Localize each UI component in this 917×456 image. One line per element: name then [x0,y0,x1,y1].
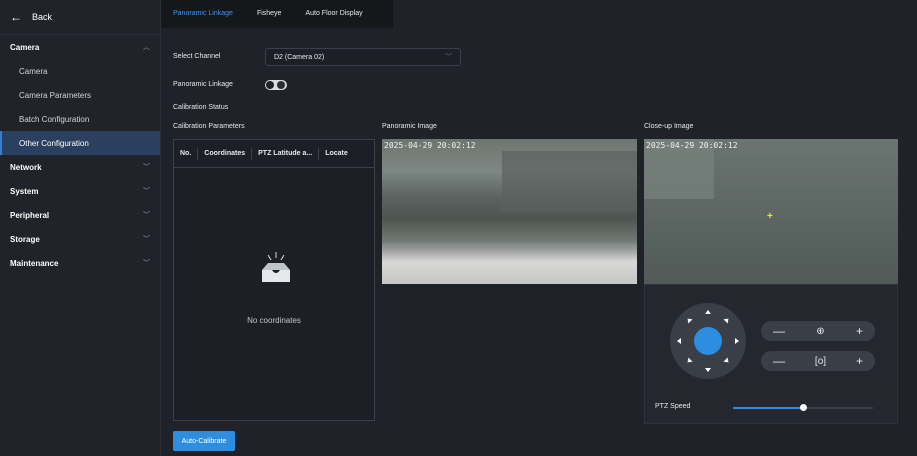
table-header: No. Coordinates PTZ Latitude a... Locate [174,140,374,168]
nav-group-network[interactable]: Network ﹀ [0,155,160,179]
panoramic-linkage-toggle[interactable] [265,80,287,90]
panoramic-linkage-label: Panoramic Linkage [173,81,233,88]
tab-bar: Panoramic Linkage Fisheye Auto Floor Dis… [161,0,917,28]
crosshair-icon: + [767,211,773,222]
column-header-coordinates: Coordinates [198,147,253,160]
panoramic-image[interactable]: 2025-04-29 20:02:12 [382,139,637,284]
chevron-down-icon: ﹀ [445,54,452,61]
sidebar-item-camera-parameters[interactable]: Camera Parameters [0,83,160,107]
nav-group-camera[interactable]: Camera ︿ [0,35,160,59]
focus-minus-button[interactable]: — [773,354,785,368]
slider-thumb[interactable] [800,404,807,411]
nav-group-system[interactable]: System ﹀ [0,179,160,203]
nav-group-storage[interactable]: Storage ﹀ [0,227,160,251]
pan-up-icon[interactable] [705,310,711,314]
toggle-knob [277,81,285,89]
pan-left-icon[interactable] [677,338,681,344]
sidebar-item-camera[interactable]: Camera [0,59,160,83]
back-button[interactable]: ← Back [0,0,160,35]
empty-state-text: No coordinates [247,316,301,325]
image-region [502,151,637,211]
closeup-image-label: Close-up Image [644,123,694,130]
tab-panoramic-linkage[interactable]: Panoramic Linkage [161,0,245,28]
pan-right-icon[interactable] [735,338,739,344]
nav-group-label: Camera [10,42,40,52]
main-panel: Panoramic Linkage Fisheye Auto Floor Dis… [161,0,917,456]
image-region [382,247,637,284]
channel-select[interactable]: D2 (Camera 02) ﹀ [265,48,461,66]
calibration-status-label: Calibration Status [173,104,229,111]
empty-box-icon [262,252,290,282]
column-header-no: No. [174,147,199,160]
focus-icon: [o] [814,355,827,367]
zoom-out-button[interactable]: — [773,324,785,338]
sidebar: ← Back Camera ︿ Camera Camera Parameters… [0,0,161,456]
nav-group-peripheral[interactable]: Peripheral ﹀ [0,203,160,227]
zoom-control: — ⊕ + [761,321,875,341]
tab-fisheye[interactable]: Fisheye [245,0,294,28]
tabbar-spacer [392,0,917,28]
back-label: Back [32,12,53,22]
pan-up-right-icon[interactable] [723,316,731,324]
nav-group-label: Network [10,162,42,172]
chevron-down-icon: ﹀ [143,236,150,243]
pan-down-right-icon[interactable] [723,357,731,365]
ptz-control-panel: — ⊕ + — [o] + PTZ Speed [644,284,898,424]
ptz-speed-label: PTZ Speed [655,403,691,410]
slider-fill [733,407,803,409]
select-channel-label: Select Channel [173,53,221,60]
channel-select-value: D2 (Camera 02) [274,53,325,61]
auto-calibrate-button[interactable]: Auto-Calibrate [173,431,235,451]
timestamp-overlay: 2025-04-29 20:02:12 [384,141,476,150]
pan-down-left-icon[interactable] [685,357,693,365]
nav-group-label: Maintenance [10,258,59,268]
sidebar-item-batch-configuration[interactable]: Batch Configuration [0,107,160,131]
chevron-up-icon: ︿ [143,44,150,51]
timestamp-overlay: 2025-04-29 20:02:12 [646,141,738,150]
nav-group-label: Peripheral [10,210,50,220]
chevron-down-icon: ﹀ [143,260,150,267]
calibration-parameters-label: Calibration Parameters [173,123,245,130]
zoom-icon: ⊕ [816,325,825,337]
pan-up-left-icon[interactable] [685,316,693,324]
focus-control: — [o] + [761,351,875,371]
zoom-in-button[interactable]: + [856,324,863,338]
pan-down-icon[interactable] [705,368,711,372]
ptz-direction-pad[interactable] [670,303,746,379]
closeup-image[interactable]: 2025-04-29 20:02:12 + [644,139,898,284]
nav-group-label: System [10,186,39,196]
ptz-speed-slider[interactable] [733,404,873,411]
column-header-locate: Locate [325,149,348,157]
focus-plus-button[interactable]: + [856,354,863,368]
chevron-down-icon: ﹀ [143,212,150,219]
tab-auto-floor-display[interactable]: Auto Floor Display [293,0,374,28]
back-arrow-icon: ← [10,10,22,24]
column-header-ptz-latitude: PTZ Latitude a... [252,147,320,160]
sidebar-item-other-configuration[interactable]: Other Configuration [0,131,160,155]
panoramic-image-label: Panoramic Image [382,123,437,130]
calibration-table: No. Coordinates PTZ Latitude a... Locate… [173,139,375,421]
chevron-down-icon: ﹀ [143,164,150,171]
nav-group-label: Storage [10,234,40,244]
chevron-down-icon: ﹀ [143,188,150,195]
ptz-center-button[interactable] [694,327,722,355]
nav-group-maintenance[interactable]: Maintenance ﹀ [0,251,160,275]
